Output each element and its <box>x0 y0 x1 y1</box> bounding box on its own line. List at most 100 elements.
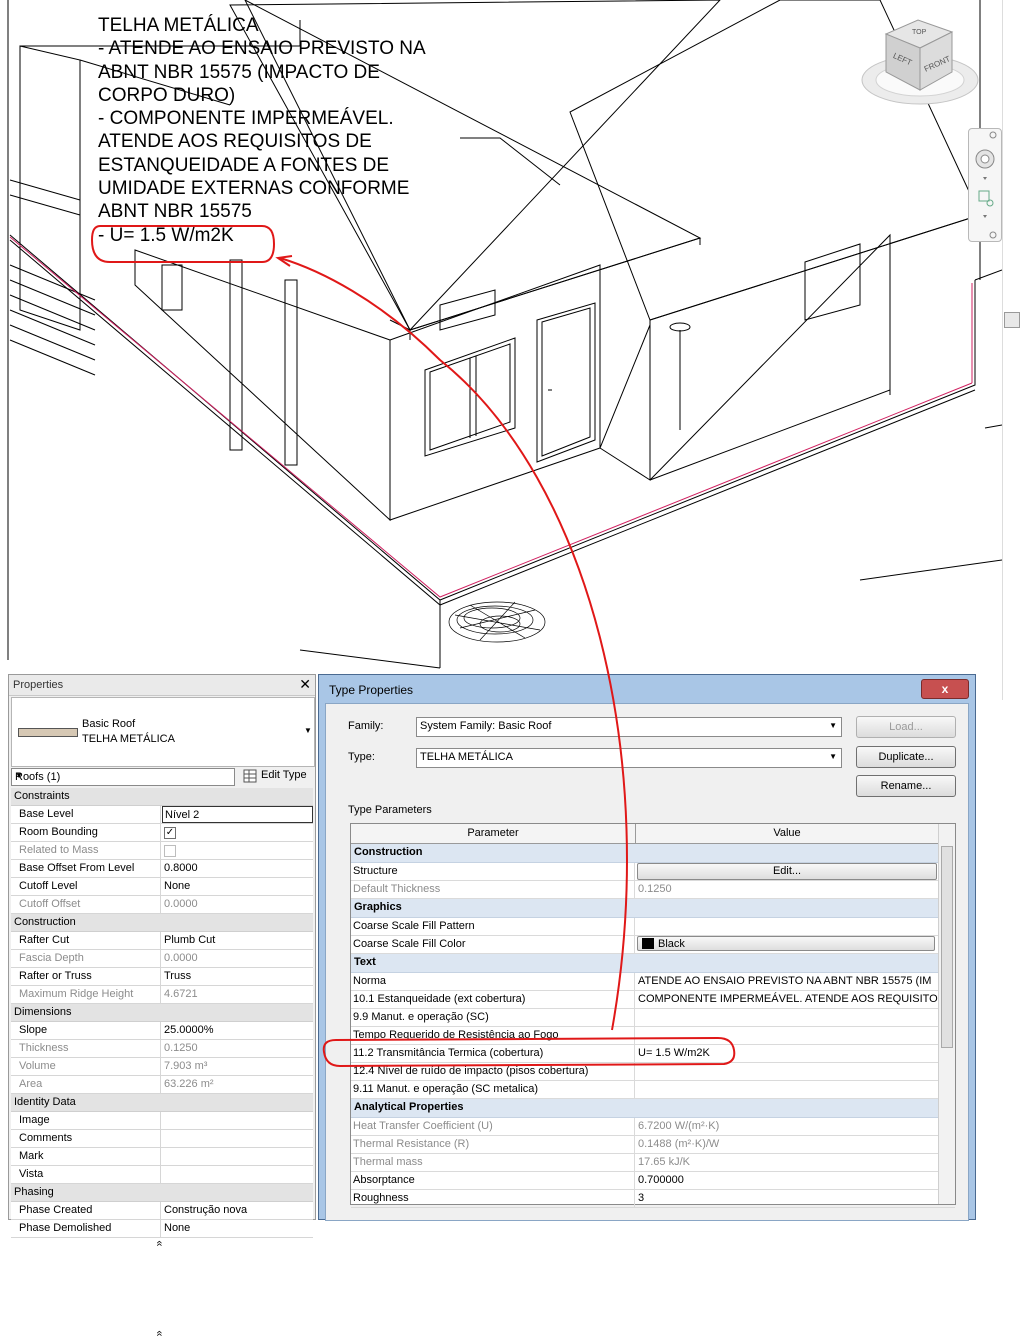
property-value[interactable]: 25.0000% <box>162 1022 313 1039</box>
property-name: Slope <box>11 1022 161 1039</box>
property-value[interactable] <box>162 1112 313 1129</box>
checkbox[interactable]: ✓ <box>164 827 176 839</box>
color-picker-button[interactable]: Black <box>637 936 935 951</box>
parameter-value[interactable]: Edit... <box>636 863 938 880</box>
parameter-row: Default Thickness 0.1250 <box>351 881 955 899</box>
edit-structure-button[interactable]: Edit... <box>637 863 937 880</box>
viewport-scrollbar[interactable] <box>1002 0 1023 700</box>
property-value[interactable]: Nível 2 <box>162 806 313 823</box>
property-value[interactable]: Truss <box>162 968 313 985</box>
parameter-row[interactable]: Coarse Scale Fill Pattern <box>351 918 955 936</box>
annotation-line: CORPO DURO) <box>98 84 236 106</box>
property-value[interactable] <box>162 1130 313 1147</box>
property-row[interactable]: Phase Created Construção nova <box>11 1202 313 1220</box>
collapse-icon[interactable]: » <box>154 1046 166 1336</box>
rename-button[interactable]: Rename... <box>856 775 956 797</box>
parameter-row[interactable]: 12.4 Nível de ruído de impacto (pisos co… <box>351 1063 955 1081</box>
property-value[interactable]: ✓ <box>162 824 313 841</box>
property-value-text: 0.8000 <box>164 862 198 874</box>
parameter-name: Absorptance <box>351 1172 635 1189</box>
property-value[interactable]: 0.8000 <box>162 860 313 877</box>
parameter-row[interactable]: Norma ATENDE AO ENSAIO PREVISTO NA ABNT N… <box>351 973 955 991</box>
parameter-group-header[interactable]: Construction» <box>351 844 955 863</box>
parameter-value-text: 3 <box>638 1192 645 1204</box>
navigation-bar[interactable] <box>968 128 1002 242</box>
type-label: Type: <box>348 751 375 763</box>
parameter-value[interactable] <box>636 1009 938 1026</box>
property-value: 0.1250 <box>162 1040 313 1057</box>
property-group-name: Phasing <box>14 1186 54 1198</box>
annotation-line: - COMPONENTE IMPERMEÁVEL. <box>98 108 394 130</box>
parameter-row[interactable]: 9.11 Manut. e operação (SC metalica) <box>351 1081 955 1099</box>
parameter-value[interactable]: Black <box>636 936 938 953</box>
parameter-value[interactable] <box>636 1081 938 1098</box>
type-dropdown[interactable]: TELHA METÁLICA ▼ <box>416 748 842 768</box>
property-group-name: Construction <box>14 916 76 928</box>
parameter-value[interactable] <box>636 1027 938 1044</box>
parameter-row[interactable]: Structure Edit... <box>351 863 955 881</box>
property-value-text: Truss <box>164 970 192 982</box>
parameter-value[interactable]: 3 <box>636 1190 938 1207</box>
parameter-row[interactable]: Roughness 3 <box>351 1190 955 1208</box>
dialog-title: Type Properties <box>329 683 414 697</box>
property-name: Cutoff Offset <box>11 896 161 913</box>
parameter-value[interactable]: 0.700000 <box>636 1172 938 1189</box>
property-value[interactable]: None <box>162 878 313 895</box>
chevron-down-icon[interactable]: ▼ <box>304 726 312 735</box>
grid-scroll-thumb[interactable] <box>941 846 953 1048</box>
roof-annotation-note[interactable]: TELHA METÁLICA - ATENDE AO ENSAIO PREVIS… <box>98 14 478 247</box>
property-value-text: 0.0000 <box>164 952 198 964</box>
property-value[interactable]: None <box>162 1220 313 1237</box>
duplicate-button[interactable]: Duplicate... <box>856 746 956 768</box>
property-value: 63.226 m² <box>162 1076 313 1093</box>
close-button[interactable]: x <box>921 679 969 699</box>
property-row[interactable]: Phase Demolished None <box>11 1220 313 1238</box>
parameter-value-text: 0.1488 (m²·K)/W <box>638 1138 720 1150</box>
property-name: Mark <box>11 1148 161 1165</box>
viewport-scroll-thumb[interactable] <box>1004 312 1020 328</box>
close-icon[interactable]: ✕ <box>299 676 311 693</box>
parameter-row: Thermal mass 17.65 kJ/K <box>351 1154 955 1172</box>
parameter-group-header[interactable]: Text» <box>351 954 955 973</box>
parameter-value[interactable]: ATENDE AO ENSAIO PREVISTO NA ABNT NBR 15… <box>636 973 938 990</box>
property-value: 0.0000 <box>162 896 313 913</box>
parameter-row[interactable]: 11.2 Transmitância Termica (cobertura) U=… <box>351 1045 955 1063</box>
column-header-value[interactable]: Value <box>636 824 938 843</box>
property-name: Rafter or Truss <box>11 968 161 985</box>
parameter-row[interactable]: Absorptance 0.700000 <box>351 1172 955 1190</box>
family-dropdown[interactable]: System Family: Basic Roof ▼ <box>416 717 842 737</box>
3d-viewport[interactable]: TELHA METÁLICA - ATENDE AO ENSAIO PREVIS… <box>0 0 1024 700</box>
parameter-row[interactable]: 10.1 Estanqueidade (ext cobertura) COMPON… <box>351 991 955 1009</box>
property-value[interactable]: Construção nova <box>162 1202 313 1219</box>
parameter-group-header[interactable]: Graphics» <box>351 899 955 918</box>
parameter-value[interactable] <box>636 1063 938 1080</box>
property-name: Fascia Depth <box>11 950 161 967</box>
property-value[interactable] <box>162 1166 313 1183</box>
annotation-line-u-value: - U= 1.5 W/m2K <box>98 224 234 246</box>
property-value-text: 25.0000% <box>164 1024 214 1036</box>
parameter-group-name: Graphics <box>354 901 402 913</box>
parameter-row[interactable]: Tempo Requerido de Resistência ao Fogo <box>351 1027 955 1045</box>
annotation-line: TELHA METÁLICA <box>98 15 259 36</box>
parameter-value-text: U= 1.5 W/m2K <box>638 1047 710 1059</box>
parameter-row[interactable]: 9.9 Manut. e operação (SC) <box>351 1009 955 1027</box>
property-group-header[interactable]: Phasing» <box>11 1184 313 1337</box>
column-header-parameter[interactable]: Parameter <box>351 824 636 843</box>
parameter-value[interactable]: COMPONENTE IMPERMEÁVEL. ATENDE AOS REQUI… <box>636 991 938 1008</box>
parameter-group-header[interactable]: Analytical Properties» <box>351 1099 955 1118</box>
parameter-value[interactable]: U= 1.5 W/m2K <box>636 1045 938 1062</box>
edit-type-button[interactable]: Edit Type <box>241 767 313 785</box>
instance-filter-dropdown[interactable]: Roofs (1) ▼ <box>11 768 235 786</box>
parameter-row[interactable]: Coarse Scale Fill Color Black <box>351 936 955 954</box>
parameter-value[interactable] <box>636 918 938 935</box>
property-value <box>162 842 313 859</box>
family-value: System Family: Basic Roof <box>420 720 552 732</box>
viewcube[interactable]: TOP LEFT FRONT <box>856 10 982 110</box>
property-value[interactable]: Plumb Cut <box>162 932 313 949</box>
chevron-down-icon: ▼ <box>15 771 23 780</box>
chevron-down-icon: ▼ <box>829 752 837 761</box>
chevron-down-icon: ▼ <box>829 721 837 730</box>
property-value: 4.6721 <box>162 986 313 1003</box>
property-value[interactable] <box>162 1148 313 1165</box>
load-button[interactable]: Load... <box>856 716 956 738</box>
